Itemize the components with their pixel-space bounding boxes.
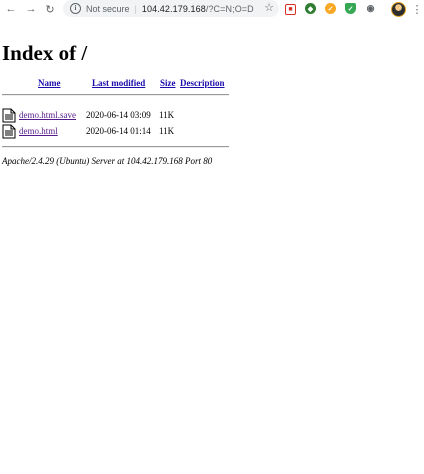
extension-yellow-icon[interactable]: ✓ <box>325 3 336 14</box>
extension-green-icon[interactable]: ◆ <box>305 3 316 14</box>
name-column-header[interactable]: Name <box>38 78 61 88</box>
file-modified: 2020-06-14 03:09 <box>86 110 151 120</box>
security-label: Not secure <box>86 3 130 14</box>
file-size: 11K <box>159 126 175 136</box>
profile-avatar[interactable] <box>391 2 406 17</box>
file-modified: 2020-06-14 01:14 <box>86 126 151 136</box>
server-signature: Apache/2.4.29 (Ubuntu) Server at 104.42.… <box>2 156 213 166</box>
reload-icon[interactable]: ↻ <box>42 0 58 18</box>
footer-divider <box>2 146 229 148</box>
info-icon[interactable]: i <box>70 3 81 14</box>
camera-icon[interactable]: ◉ <box>365 3 376 14</box>
file-size: 11K <box>159 110 175 120</box>
browser-toolbar: ← → ↻ i Not secure | 104.42.179.168/?C=N… <box>0 0 424 18</box>
size-column-header[interactable]: Size <box>160 78 176 88</box>
url-text[interactable]: 104.42.179.168/?C=N;O=D <box>142 4 254 14</box>
back-icon[interactable]: ← <box>3 0 19 18</box>
document-icon <box>2 124 16 139</box>
url-host: 104.42.179.168 <box>141 3 206 14</box>
forward-icon[interactable]: → <box>23 0 39 18</box>
header-divider <box>2 94 229 96</box>
omnibox-separator: | <box>134 3 137 14</box>
page-title: Index of / <box>2 41 88 65</box>
description-column-header[interactable]: Description <box>180 78 225 88</box>
star-icon[interactable]: ☆ <box>264 0 274 17</box>
address-bar[interactable]: i Not secure | 104.42.179.168/?C=N;O=D ☆ <box>63 0 279 17</box>
last-modified-column-header[interactable]: Last modified <box>92 78 145 88</box>
document-icon <box>2 108 16 123</box>
url-path: /?C=N;O=D <box>205 3 254 14</box>
shield-icon[interactable]: ✓ <box>345 3 356 14</box>
extension-red-icon[interactable]: ■ <box>285 4 296 15</box>
file-link[interactable]: demo.html.save <box>19 110 76 120</box>
file-link[interactable]: demo.html <box>19 126 58 136</box>
menu-icon[interactable]: ⋮ <box>412 0 423 18</box>
